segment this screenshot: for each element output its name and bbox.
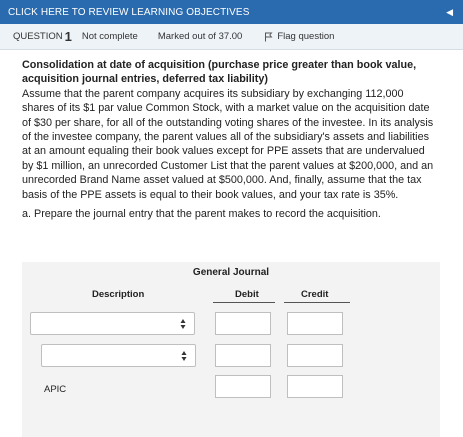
learning-objectives-bar[interactable]: CLICK HERE TO REVIEW LEARNING OBJECTIVES… [0,0,463,24]
question-info-bar: QUESTION 1 Not complete Marked out of 37… [0,24,463,50]
question-marks: Marked out of 37.00 [157,31,243,42]
journal-row-3-description: APIC [44,384,67,395]
question-task: a. Prepare the journal entry that the pa… [22,208,381,221]
journal-row-1-debit-input[interactable] [215,312,271,335]
question-label: QUESTION [13,31,63,42]
general-journal: General Journal Description Debit Credit… [22,262,440,437]
flag-icon [265,32,273,41]
credit-column-header: Credit [301,289,329,300]
debit-column-header: Debit [235,289,259,300]
question-number: 1 [64,29,72,44]
credit-header-underline [284,302,350,303]
journal-row-2-credit-input[interactable] [287,344,343,367]
question-status: Not complete [81,31,138,42]
debit-header-underline [213,302,275,303]
select-arrows-icon [180,319,186,329]
select-arrows-icon [181,351,187,361]
learning-objectives-link[interactable]: CLICK HERE TO REVIEW LEARNING OBJECTIVES [8,7,249,18]
flag-question-label: Flag question [277,31,335,42]
journal-row-1-description-select[interactable] [30,312,195,335]
flag-question-button[interactable]: Flag question [264,31,334,42]
journal-row-3-credit-input[interactable] [287,375,343,398]
description-column-header: Description [92,289,145,300]
journal-title: General Journal [192,267,270,278]
question-content: Consolidation at date of acquisition (pu… [22,58,438,221]
journal-row-2-debit-input[interactable] [215,344,271,367]
journal-row-3-debit-input[interactable] [215,375,271,398]
journal-row-2-description-select[interactable] [41,344,196,367]
question-heading: Consolidation at date of acquisition (pu… [22,59,417,86]
triangle-left-icon[interactable]: ◀ [446,7,455,18]
question-body: Assume that the parent company acquires … [22,87,434,201]
journal-row-1-credit-input[interactable] [287,312,343,335]
